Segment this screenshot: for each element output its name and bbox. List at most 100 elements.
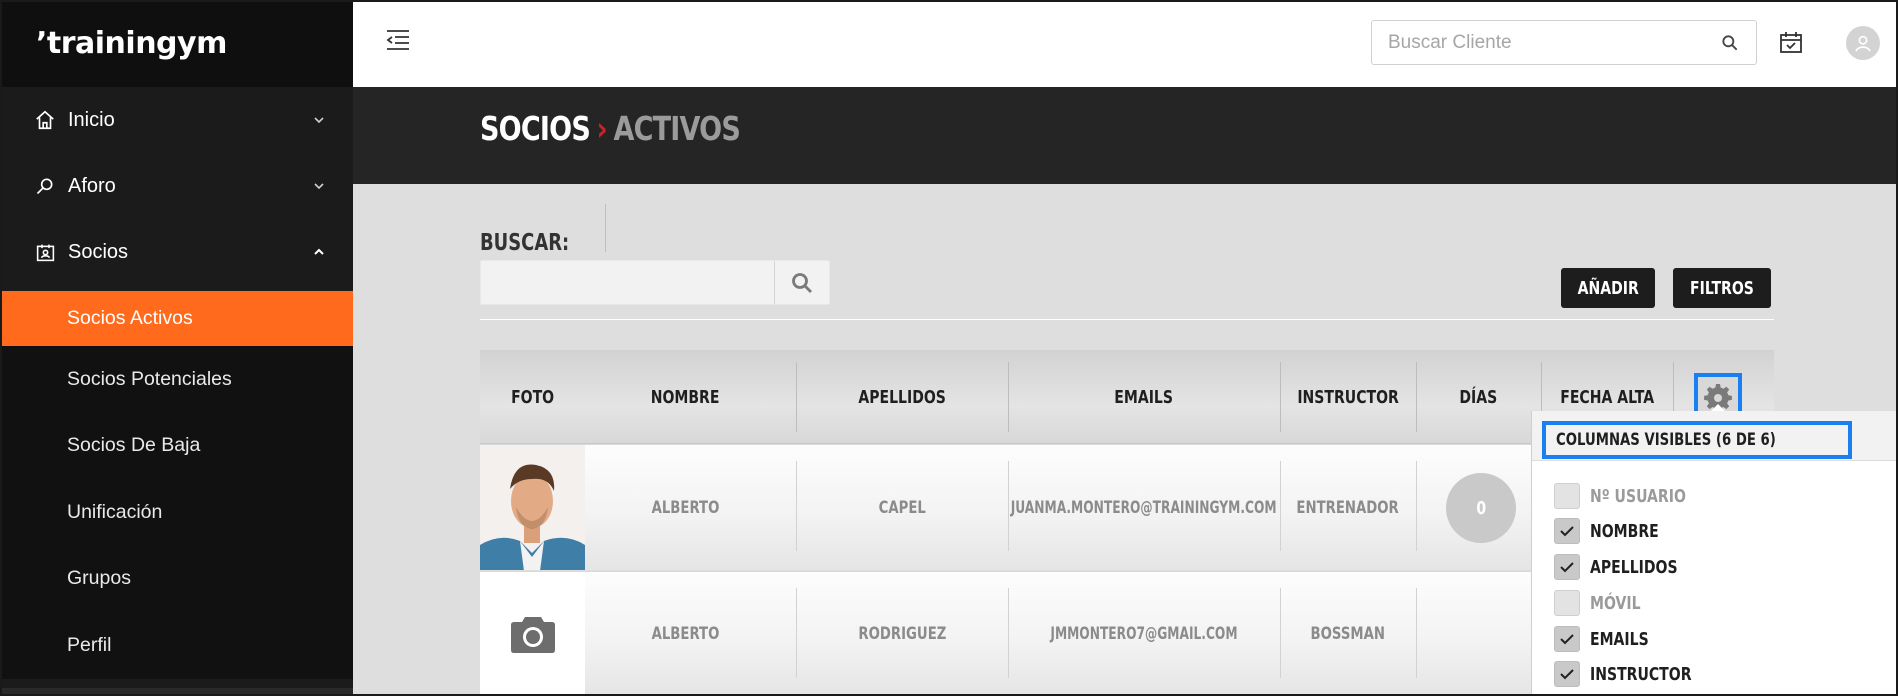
chevron-down-icon	[314, 117, 324, 124]
column-visibility-title: COLUMNAS VISIBLES (6 DE 6)	[1542, 421, 1852, 459]
column-header-dias[interactable]: DÍAS	[1416, 350, 1541, 444]
separator-line	[480, 319, 1774, 320]
topbar	[353, 0, 1898, 87]
cell-text: ENTRENADOR	[1296, 497, 1400, 518]
cell-text: JUANMA.MONTERO@TRAININGYM.COM	[1011, 497, 1277, 518]
column-header-label: INSTRUCTOR	[1297, 386, 1399, 408]
sidebar-item-label: Inicio	[68, 108, 115, 131]
member-search-button[interactable]	[774, 261, 829, 304]
cell-text: ALBERTO	[651, 624, 719, 644]
cell-apellidos: CAPEL	[796, 445, 1008, 570]
camera-icon	[510, 617, 555, 653]
column-header-label: FECHA ALTA	[1560, 386, 1654, 408]
sidebar-subitem-perfil[interactable]: Perfil	[0, 612, 353, 679]
add-button-label: AÑADIR	[1577, 277, 1639, 299]
sidebar-item-aforo[interactable]: Aforo	[0, 153, 353, 219]
checkbox-checked[interactable]	[1554, 554, 1580, 580]
client-search-input[interactable]	[1372, 21, 1702, 64]
profile-photo[interactable]	[480, 445, 585, 570]
column-header-label: EMAILS	[1114, 386, 1174, 408]
profile-photo-placeholder[interactable]	[480, 572, 585, 696]
column-header-label: APELLIDOS	[858, 386, 946, 408]
days-badge: 0	[1446, 473, 1516, 543]
option-label: INSTRUCTOR	[1590, 663, 1692, 685]
calendar-check-icon[interactable]	[1778, 30, 1804, 56]
add-button[interactable]: AÑADIR	[1561, 268, 1655, 308]
cell-text: BOSSMAN	[1310, 624, 1386, 644]
sidebar-subitem-socios-de-baja[interactable]: Socios De Baja	[0, 412, 353, 479]
cell-apellidos: RODRIGUEZ	[796, 572, 1008, 696]
cell-text: JMMONTERO7@GMAIL.COM	[1050, 624, 1238, 644]
sidebar-footer	[0, 688, 353, 696]
sidebar-item-label: Socios	[68, 240, 129, 263]
cell-text: CAPEL	[878, 497, 926, 518]
column-option-emails[interactable]: EMAILS	[1554, 624, 1665, 654]
option-label: APELLIDOS	[1590, 556, 1678, 578]
search-label: BUSCAR:	[480, 230, 570, 256]
cell-text: ALBERTO	[651, 497, 719, 518]
checkmark-icon	[1560, 562, 1574, 573]
checkmark-icon	[1560, 526, 1574, 537]
chevron-up-icon	[314, 248, 324, 255]
sidebar-subitem-unificacion[interactable]: Unificación	[0, 479, 353, 546]
checkmark-icon	[1560, 634, 1574, 645]
checkbox-checked[interactable]	[1554, 518, 1580, 544]
sidebar-item-inicio[interactable]: Inicio	[0, 87, 353, 153]
column-header-label: NOMBRE	[650, 386, 720, 408]
column-header-label: DÍAS	[1459, 386, 1498, 408]
filters-button-label: FILTROS	[1690, 277, 1754, 299]
column-option-apellidos[interactable]: APELLIDOS	[1554, 552, 1702, 582]
trainingym-logo[interactable]: ’trainingym	[36, 26, 227, 61]
checkbox-unchecked[interactable]	[1554, 590, 1580, 616]
column-divider	[1416, 461, 1417, 551]
column-option-nombre[interactable]: NOMBRE	[1554, 516, 1678, 546]
cell-instructor: BOSSMAN	[1280, 572, 1416, 696]
checkmark-icon	[1560, 669, 1574, 680]
gear-icon	[1704, 384, 1732, 411]
member-photo	[480, 445, 585, 570]
home-icon	[34, 109, 56, 131]
filters-button[interactable]: FILTROS	[1673, 268, 1771, 308]
sidebar-item-socios[interactable]: Socios	[0, 219, 353, 285]
members-card-icon	[34, 241, 56, 263]
cell-email: JUANMA.MONTERO@TRAININGYM.COM	[1008, 445, 1280, 570]
chevron-down-icon	[314, 183, 324, 190]
sidebar-item-label: Aforo	[68, 174, 116, 197]
search-icon[interactable]	[1720, 33, 1740, 53]
cell-instructor: ENTRENADOR	[1280, 445, 1416, 570]
column-header-label: FOTO	[510, 386, 555, 408]
column-option-instructor[interactable]: INSTRUCTOR	[1554, 659, 1720, 689]
column-header-emails[interactable]: EMAILS	[1008, 350, 1280, 444]
column-divider	[1416, 588, 1417, 678]
checkbox-unchecked[interactable]	[1554, 483, 1580, 509]
breadcrumb-separator-icon: ›	[596, 109, 608, 148]
column-option-usuario[interactable]: Nº USUARIO	[1554, 481, 1713, 511]
option-label: EMAILS	[1590, 628, 1649, 650]
cell-text: RODRIGUEZ	[858, 624, 946, 644]
sidebar-subitem-socios-activos[interactable]: Socios Activos	[0, 291, 353, 346]
sidebar-subitem-grupos[interactable]: Grupos	[0, 545, 353, 612]
column-option-movil[interactable]: MÓVIL	[1554, 588, 1655, 618]
column-header-apellidos[interactable]: APELLIDOS	[796, 350, 1008, 444]
breadcrumb: SOCIOS › ACTIVOS	[480, 109, 741, 148]
dropdown-header: COLUMNAS VISIBLES (6 DE 6)	[1532, 411, 1898, 461]
option-label: MÓVIL	[1590, 592, 1641, 614]
member-search-field[interactable]	[480, 260, 830, 305]
menu-collapse-icon[interactable]	[385, 28, 411, 52]
search-icon	[792, 272, 812, 293]
divider	[605, 204, 606, 252]
checkbox-checked[interactable]	[1554, 626, 1580, 652]
user-avatar-icon[interactable]	[1846, 26, 1880, 60]
logo-bar: ’trainingym	[0, 0, 353, 87]
sidebar: ’trainingym Inicio Aforo Socios Socios A…	[0, 0, 353, 696]
breadcrumb-current: ACTIVOS	[613, 109, 741, 148]
option-label: Nº USUARIO	[1590, 485, 1686, 507]
checkbox-checked[interactable]	[1554, 661, 1580, 687]
cell-nombre: ALBERTO	[585, 572, 785, 696]
sidebar-subitem-socios-potenciales[interactable]: Socios Potenciales	[0, 346, 353, 413]
search-icon	[34, 175, 56, 197]
column-header-nombre[interactable]: NOMBRE	[585, 350, 785, 444]
column-header-foto[interactable]: FOTO	[480, 350, 585, 444]
column-header-instructor[interactable]: INSTRUCTOR	[1280, 350, 1416, 444]
breadcrumb-section[interactable]: SOCIOS	[480, 109, 591, 148]
